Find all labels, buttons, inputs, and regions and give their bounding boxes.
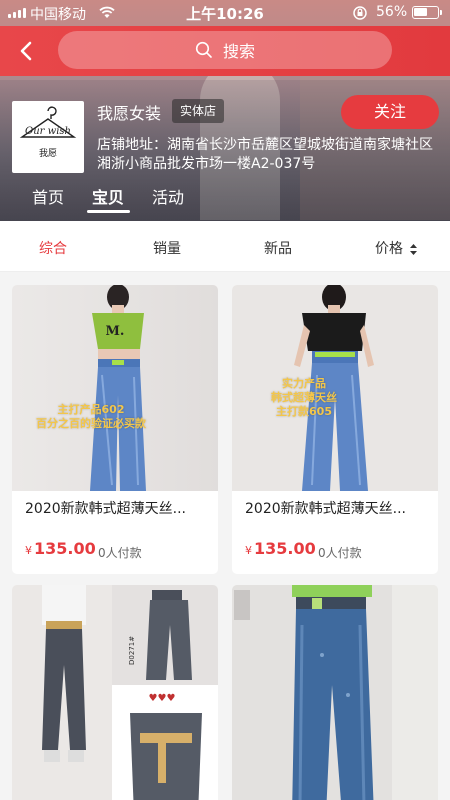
product-image-caption: 主打产品602 百分之百的验证必买款 [26,403,156,431]
sort-bar: 综合 销量 新品 价格 [0,221,450,272]
product-card[interactable] [232,585,438,800]
chevron-left-icon [20,41,32,61]
store-address: 店铺地址：湖南省长沙市岳麓区望城坡街道南家塘社区湘浙小商品批发市场一楼A2-03… [97,137,433,172]
store-name: 我愿女装 [97,104,162,123]
product-photo-jeans-green-shirt [232,585,438,800]
price-value: 135.00 [34,539,96,558]
sort-toggle-icon [410,243,418,255]
product-title[interactable]: 2020新款韩式超薄天丝... [245,498,430,518]
battery-percent: 56% [376,4,408,20]
logo-wordmark: Our wish [25,126,71,137]
product-price: ¥135.00 [25,539,96,558]
active-tab-indicator [87,210,130,213]
currency-symbol: ¥ [245,544,252,557]
product-photo-jeans-collage: D0271# ♥♥♥ [12,585,218,800]
product-price: ¥135.00 [245,539,316,558]
svg-text:M.: M. [106,324,125,339]
price-value: 135.00 [254,539,316,558]
search-input[interactable]: 搜索 [58,31,392,69]
product-image-caption-line: 实力产品 [282,377,326,390]
tab-home[interactable]: 首页 [32,184,64,208]
tab-activities[interactable]: 活动 [152,184,184,208]
product-image-caption-line: 百分之百的验证必买款 [36,417,146,430]
rotation-lock-icon [352,5,368,25]
hanger-logo-icon: Our wish 我愿 [19,106,77,159]
hearts-icon: ♥♥♥ [149,693,176,704]
product-image-caption-line: 主打款605 [276,405,332,418]
product-card[interactable]: 实力产品 韩式超薄天丝 主打款605 2020新款韩式超薄天丝... ¥135.… [232,285,438,574]
currency-symbol: ¥ [25,544,32,557]
product-title[interactable]: 2020新款韩式超薄天丝... [25,498,210,518]
product-image[interactable] [232,585,438,800]
sort-newest[interactable]: 新品 [264,238,292,258]
product-sold-count: 0人付款 [318,546,362,560]
product-image[interactable]: 实力产品 韩式超薄天丝 主打款605 [232,285,438,491]
product-image-label: D0271# [128,636,136,665]
store-tabs: 首页 宝贝 活动 [0,184,450,220]
product-image-caption: 实力产品 韩式超薄天丝 主打款605 [254,377,354,419]
product-card[interactable]: D0271# ♥♥♥ [12,585,218,800]
back-button[interactable] [12,36,42,66]
store-header: 中国移动 上午10:26 56% 搜索 Our wish 我愿 我愿女装 实体店… [0,0,450,221]
product-image-caption-line: 韩式超薄天丝 [271,391,337,404]
store-type-badge: 实体店 [172,99,225,123]
follow-button[interactable]: 关注 [341,95,439,129]
product-image[interactable]: M. 主打产品602 百分之百的验证必买款 [12,285,218,491]
logo-subtext: 我愿 [39,148,57,159]
search-placeholder: 搜索 [222,42,255,61]
product-card[interactable]: M. 主打产品602 百分之百的验证必买款 2020新款韩式超薄天丝... ¥1… [12,285,218,574]
product-photo-jeans-green-top: M. [12,285,218,491]
sort-price[interactable]: 价格 [375,238,418,258]
sort-comprehensive[interactable]: 综合 [39,238,67,258]
tab-products[interactable]: 宝贝 [92,184,124,208]
sort-sales[interactable]: 销量 [153,238,181,258]
status-bar: 中国移动 上午10:26 56% [0,0,450,26]
product-sold-count: 0人付款 [98,546,142,560]
battery-icon [412,6,442,19]
store-logo[interactable]: Our wish 我愿 [12,101,84,173]
search-icon [195,41,212,58]
sort-price-label: 价格 [375,241,403,257]
product-image[interactable]: D0271# ♥♥♥ [12,585,218,800]
product-image-caption-line: 主打产品602 [57,403,125,416]
top-navigation-bar: 搜索 [0,26,450,76]
